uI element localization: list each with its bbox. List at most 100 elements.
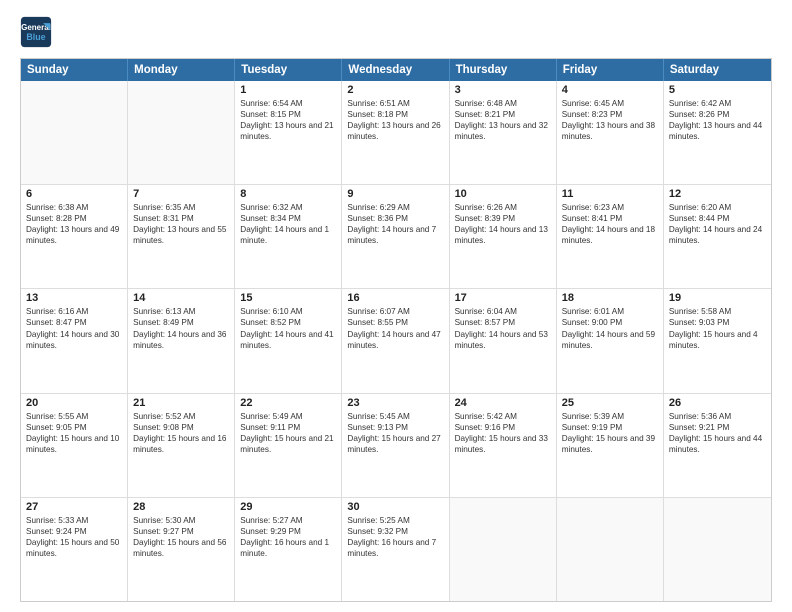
daylight-text: Daylight: 14 hours and 1 minute. — [240, 224, 336, 246]
sunset-text: Sunset: 8:55 PM — [347, 317, 443, 328]
sunrise-text: Sunrise: 5:55 AM — [26, 411, 122, 422]
day-number: 17 — [455, 292, 551, 304]
day-number: 10 — [455, 188, 551, 200]
sunset-text: Sunset: 9:24 PM — [26, 526, 122, 537]
calendar-cell — [664, 498, 771, 601]
header: General Blue — [20, 16, 772, 48]
daylight-text: Daylight: 14 hours and 13 minutes. — [455, 224, 551, 246]
daylight-text: Daylight: 13 hours and 26 minutes. — [347, 120, 443, 142]
sunrise-text: Sunrise: 5:27 AM — [240, 515, 336, 526]
sunset-text: Sunset: 8:52 PM — [240, 317, 336, 328]
daylight-text: Daylight: 15 hours and 39 minutes. — [562, 433, 658, 455]
sunset-text: Sunset: 8:21 PM — [455, 109, 551, 120]
calendar-cell: 2Sunrise: 6:51 AMSunset: 8:18 PMDaylight… — [342, 81, 449, 184]
sunset-text: Sunset: 9:27 PM — [133, 526, 229, 537]
day-number: 5 — [669, 84, 766, 96]
day-number: 28 — [133, 501, 229, 513]
calendar-body: 1Sunrise: 6:54 AMSunset: 8:15 PMDaylight… — [21, 81, 771, 601]
sunrise-text: Sunrise: 6:32 AM — [240, 202, 336, 213]
calendar-row: 20 Sunrise: 5:55 AMSunset: 9:05 PM Dayligh… — [21, 394, 771, 498]
sunrise-text: Sunrise: 5:58 AM — [669, 306, 766, 317]
daylight-text: Daylight: 15 hours and 50 minutes. — [26, 537, 122, 559]
sunset-text: Sunset: 9:05 PM — [26, 422, 122, 433]
sunrise-text: Sunrise: 6:13 AM — [133, 306, 229, 317]
daylight-text: Daylight: 14 hours and 36 minutes. — [133, 329, 229, 351]
daylight-text: Daylight: 16 hours and 1 minute. — [240, 537, 336, 559]
calendar-cell: 8 Sunrise: 6:32 AMSunset: 8:34 PMDaylight… — [235, 185, 342, 288]
calendar-row: 27Sunrise: 5:33 AMSunset: 9:24 PMDayligh… — [21, 498, 771, 601]
sunset-text: Sunset: 9:32 PM — [347, 526, 443, 537]
calendar-cell: 27Sunrise: 5:33 AMSunset: 9:24 PMDayligh… — [21, 498, 128, 601]
weekday-header: Sunday — [21, 59, 128, 81]
calendar-cell: 1Sunrise: 6:54 AMSunset: 8:15 PMDaylight… — [235, 81, 342, 184]
daylight-text: Daylight: 13 hours and 21 minutes. — [240, 120, 336, 142]
daylight-text: Daylight: 15 hours and 4 minutes. — [669, 329, 766, 351]
day-number: 20 — [26, 397, 122, 409]
calendar-header: SundayMondayTuesdayWednesdayThursdayFrid… — [21, 59, 771, 81]
day-number: 15 — [240, 292, 336, 304]
day-number: 11 — [562, 188, 658, 200]
day-number: 1 — [240, 84, 336, 96]
calendar-cell: 14 Sunrise: 6:13 AMSunset: 8:49 PMDayligh… — [128, 289, 235, 392]
daylight-text: Daylight: 15 hours and 16 minutes. — [133, 433, 229, 455]
sunrise-text: Sunrise: 6:38 AM — [26, 202, 122, 213]
sunrise-text: Sunrise: 6:10 AM — [240, 306, 336, 317]
daylight-text: Daylight: 14 hours and 41 minutes. — [240, 329, 336, 351]
calendar-cell: 21 Sunrise: 5:52 AMSunset: 9:08 PMDayligh… — [128, 394, 235, 497]
sunset-text: Sunset: 9:03 PM — [669, 317, 766, 328]
sunrise-text: Sunrise: 5:36 AM — [669, 411, 766, 422]
calendar-cell: 10Sunrise: 6:26 AMSunset: 8:39 PMDayligh… — [450, 185, 557, 288]
sunrise-text: Sunrise: 6:23 AM — [562, 202, 658, 213]
sunrise-text: Sunrise: 6:26 AM — [455, 202, 551, 213]
daylight-text: Daylight: 13 hours and 55 minutes. — [133, 224, 229, 246]
sunset-text: Sunset: 8:34 PM — [240, 213, 336, 224]
sunset-text: Sunset: 9:16 PM — [455, 422, 551, 433]
day-number: 18 — [562, 292, 658, 304]
day-number: 9 — [347, 188, 443, 200]
sunset-text: Sunset: 9:00 PM — [562, 317, 658, 328]
page: General Blue SundayMondayTuesdayWednesda… — [0, 0, 792, 612]
calendar-cell — [128, 81, 235, 184]
sunset-text: Sunset: 8:44 PM — [669, 213, 766, 224]
sunset-text: Sunset: 9:11 PM — [240, 422, 336, 433]
calendar-row: 13Sunrise: 6:16 AMSunset: 8:47 PMDayligh… — [21, 289, 771, 393]
sunset-text: Sunset: 9:29 PM — [240, 526, 336, 537]
calendar-cell: 30Sunrise: 5:25 AMSunset: 9:32 PMDayligh… — [342, 498, 449, 601]
sunset-text: Sunset: 8:26 PM — [669, 109, 766, 120]
daylight-text: Daylight: 14 hours and 30 minutes. — [26, 329, 122, 351]
daylight-text: Daylight: 14 hours and 59 minutes. — [562, 329, 658, 351]
calendar-cell: 22Sunrise: 5:49 AMSunset: 9:11 PMDayligh… — [235, 394, 342, 497]
sunrise-text: Sunrise: 6:51 AM — [347, 98, 443, 109]
sunrise-text: Sunrise: 6:48 AM — [455, 98, 551, 109]
day-number: 21 — [133, 397, 229, 409]
day-number: 30 — [347, 501, 443, 513]
weekday-header: Monday — [128, 59, 235, 81]
daylight-text: Daylight: 15 hours and 21 minutes. — [240, 433, 336, 455]
day-number: 14 — [133, 292, 229, 304]
calendar-cell — [557, 498, 664, 601]
daylight-text: Daylight: 13 hours and 49 minutes. — [26, 224, 122, 246]
sunrise-text: Sunrise: 5:52 AM — [133, 411, 229, 422]
calendar: SundayMondayTuesdayWednesdayThursdayFrid… — [20, 58, 772, 602]
daylight-text: Daylight: 14 hours and 47 minutes. — [347, 329, 443, 351]
calendar-cell: 19Sunrise: 5:58 AMSunset: 9:03 PMDayligh… — [664, 289, 771, 392]
sunset-text: Sunset: 8:23 PM — [562, 109, 658, 120]
sunset-text: Sunset: 8:49 PM — [133, 317, 229, 328]
sunrise-text: Sunrise: 5:49 AM — [240, 411, 336, 422]
svg-text:Blue: Blue — [26, 32, 45, 42]
calendar-row: 1Sunrise: 6:54 AMSunset: 8:15 PMDaylight… — [21, 81, 771, 185]
sunrise-text: Sunrise: 6:04 AM — [455, 306, 551, 317]
sunrise-text: Sunrise: 5:39 AM — [562, 411, 658, 422]
calendar-cell: 18Sunrise: 6:01 AMSunset: 9:00 PMDayligh… — [557, 289, 664, 392]
day-number: 2 — [347, 84, 443, 96]
sunrise-text: Sunrise: 6:16 AM — [26, 306, 122, 317]
daylight-text: Daylight: 14 hours and 53 minutes. — [455, 329, 551, 351]
daylight-text: Daylight: 16 hours and 7 minutes. — [347, 537, 443, 559]
day-number: 8 — [240, 188, 336, 200]
calendar-cell: 7Sunrise: 6:35 AMSunset: 8:31 PMDaylight… — [128, 185, 235, 288]
day-number: 29 — [240, 501, 336, 513]
weekday-header: Wednesday — [342, 59, 449, 81]
sunset-text: Sunset: 9:08 PM — [133, 422, 229, 433]
day-number: 13 — [26, 292, 122, 304]
weekday-header: Friday — [557, 59, 664, 81]
